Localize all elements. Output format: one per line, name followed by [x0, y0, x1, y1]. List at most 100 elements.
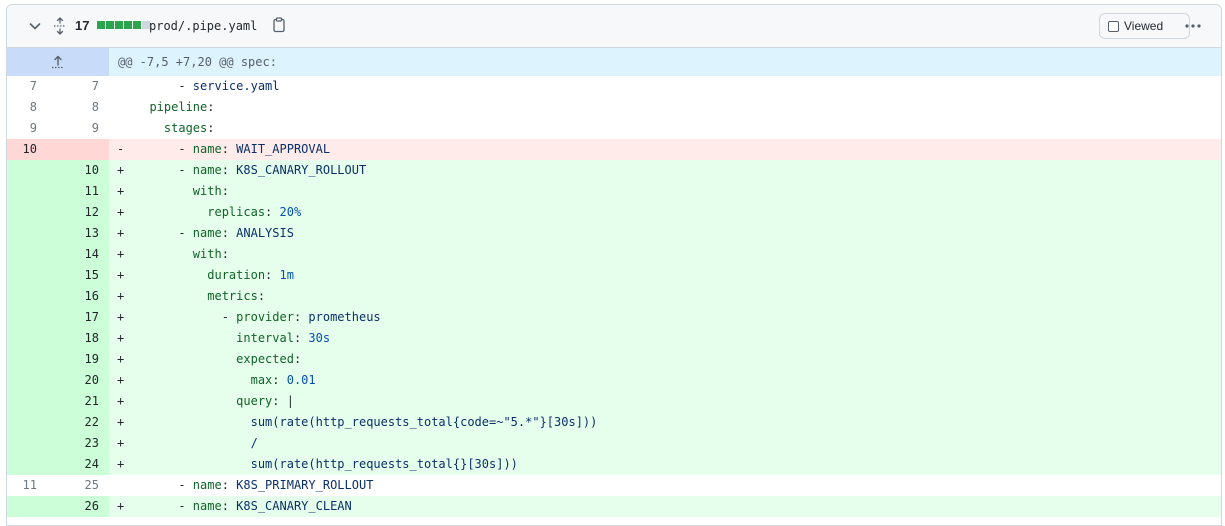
- new-line-number[interactable]: 24: [58, 454, 109, 475]
- old-line-number[interactable]: [7, 391, 58, 412]
- new-line-number[interactable]: 22: [58, 412, 109, 433]
- new-line-number[interactable]: 21: [58, 391, 109, 412]
- diffstat-square: [106, 21, 114, 29]
- code-token: 20%: [279, 205, 302, 219]
- new-line-number[interactable]: 10: [58, 160, 109, 181]
- old-line-number[interactable]: 7: [7, 76, 58, 97]
- code-token: with: [192, 247, 222, 261]
- expand-all-icon[interactable]: [52, 17, 68, 35]
- new-line-number[interactable]: 11: [58, 181, 109, 202]
- diff-marker: +: [109, 433, 129, 454]
- code-line: - name: ANALYSIS: [129, 223, 1221, 244]
- diff-marker: [109, 475, 129, 496]
- diff-line-add: 23 + /: [7, 433, 1221, 454]
- old-line-number[interactable]: [7, 433, 58, 454]
- code-token: name: [192, 478, 222, 492]
- expand-up-icon: [52, 55, 64, 69]
- code-line: sum(rate(http_requests_total{code=~"5.*"…: [129, 412, 1221, 433]
- code-token: name: [192, 499, 222, 513]
- diff-line-add: 13 + - name: ANALYSIS: [7, 223, 1221, 244]
- viewed-toggle[interactable]: Viewed: [1099, 13, 1190, 39]
- new-line-number[interactable]: 18: [58, 328, 109, 349]
- new-line-number[interactable]: 23: [58, 433, 109, 454]
- new-line-number[interactable]: 17: [58, 307, 109, 328]
- new-line-number[interactable]: 26: [58, 496, 109, 517]
- diff-line-ctx: 77 - service.yaml: [7, 76, 1221, 97]
- old-line-number[interactable]: [7, 223, 58, 244]
- code-line: max: 0.01: [129, 370, 1221, 391]
- new-line-number[interactable]: 7: [58, 76, 109, 97]
- new-line-number[interactable]: 12: [58, 202, 109, 223]
- chevron-down-icon[interactable]: [27, 18, 43, 34]
- diff-line-add: 15 + duration: 1m: [7, 265, 1221, 286]
- code-token: metrics: [207, 289, 258, 303]
- diff-marker: [109, 76, 129, 97]
- code-token: /: [135, 436, 258, 450]
- copy-icon[interactable]: [271, 17, 287, 33]
- code-line: query: |: [129, 391, 1221, 412]
- new-line-number[interactable]: 13: [58, 223, 109, 244]
- new-line-number[interactable]: 16: [58, 286, 109, 307]
- code-token: -: [135, 142, 193, 156]
- code-line: interval: 30s: [129, 328, 1221, 349]
- old-line-number[interactable]: [7, 307, 58, 328]
- code-line: expected:: [129, 349, 1221, 370]
- old-line-number[interactable]: [7, 412, 58, 433]
- code-token: :: [221, 478, 237, 492]
- expand-up-button[interactable]: [7, 48, 109, 76]
- code-token: :: [221, 142, 237, 156]
- code-token: :: [257, 289, 266, 303]
- new-line-number[interactable]: 9: [58, 118, 109, 139]
- code-line: pipeline:: [129, 97, 1221, 118]
- diffstat-square: [133, 21, 141, 29]
- diff-marker: +: [109, 307, 129, 328]
- diff-line-add: 22 + sum(rate(http_requests_total{code=~"…: [7, 412, 1221, 433]
- old-line-number[interactable]: [7, 265, 58, 286]
- old-line-number[interactable]: 8: [7, 97, 58, 118]
- new-line-number[interactable]: 25: [58, 475, 109, 496]
- old-line-number[interactable]: 11: [7, 475, 58, 496]
- new-line-number[interactable]: 19: [58, 349, 109, 370]
- more-options-icon[interactable]: [1182, 17, 1204, 35]
- diff-marker: +: [109, 349, 129, 370]
- new-line-number[interactable]: 14: [58, 244, 109, 265]
- diff-marker: [109, 97, 129, 118]
- new-line-number[interactable]: 8: [58, 97, 109, 118]
- diff-line-add: 10 + - name: K8S_CANARY_ROLLOUT: [7, 160, 1221, 181]
- old-line-number[interactable]: 9: [7, 118, 58, 139]
- old-line-number[interactable]: [7, 160, 58, 181]
- diff-marker: +: [109, 244, 129, 265]
- code-line: - name: K8S_PRIMARY_ROLLOUT: [129, 475, 1221, 496]
- diffstat-bar: [97, 21, 150, 29]
- new-line-number[interactable]: [58, 139, 109, 160]
- code-line: - name: K8S_CANARY_ROLLOUT: [129, 160, 1221, 181]
- file-path[interactable]: prod/.pipe.yaml: [149, 18, 257, 34]
- new-line-number[interactable]: 20: [58, 370, 109, 391]
- code-token: K8S_CANARY_CLEAN: [236, 499, 352, 513]
- old-line-number[interactable]: [7, 370, 58, 391]
- code-token: prometheus: [308, 310, 381, 324]
- code-token: K8S_CANARY_ROLLOUT: [236, 163, 367, 177]
- code-token: :: [293, 331, 309, 345]
- diff-line-add: 14 + with:: [7, 244, 1221, 265]
- code-line: replicas: 20%: [129, 202, 1221, 223]
- old-line-number[interactable]: [7, 202, 58, 223]
- diff-marker: +: [109, 496, 129, 517]
- old-line-number[interactable]: [7, 181, 58, 202]
- old-line-number[interactable]: [7, 328, 58, 349]
- old-line-number[interactable]: [7, 349, 58, 370]
- old-line-number[interactable]: [7, 244, 58, 265]
- viewed-checkbox[interactable]: [1108, 20, 1119, 32]
- diff-marker: +: [109, 370, 129, 391]
- old-line-number[interactable]: [7, 286, 58, 307]
- code-line: - service.yaml: [129, 76, 1221, 97]
- code-token: name: [192, 163, 222, 177]
- new-line-number[interactable]: 15: [58, 265, 109, 286]
- old-line-number[interactable]: [7, 454, 58, 475]
- code-line: - provider: prometheus: [129, 307, 1221, 328]
- old-line-number[interactable]: 10: [7, 139, 58, 160]
- old-line-number[interactable]: [7, 496, 58, 517]
